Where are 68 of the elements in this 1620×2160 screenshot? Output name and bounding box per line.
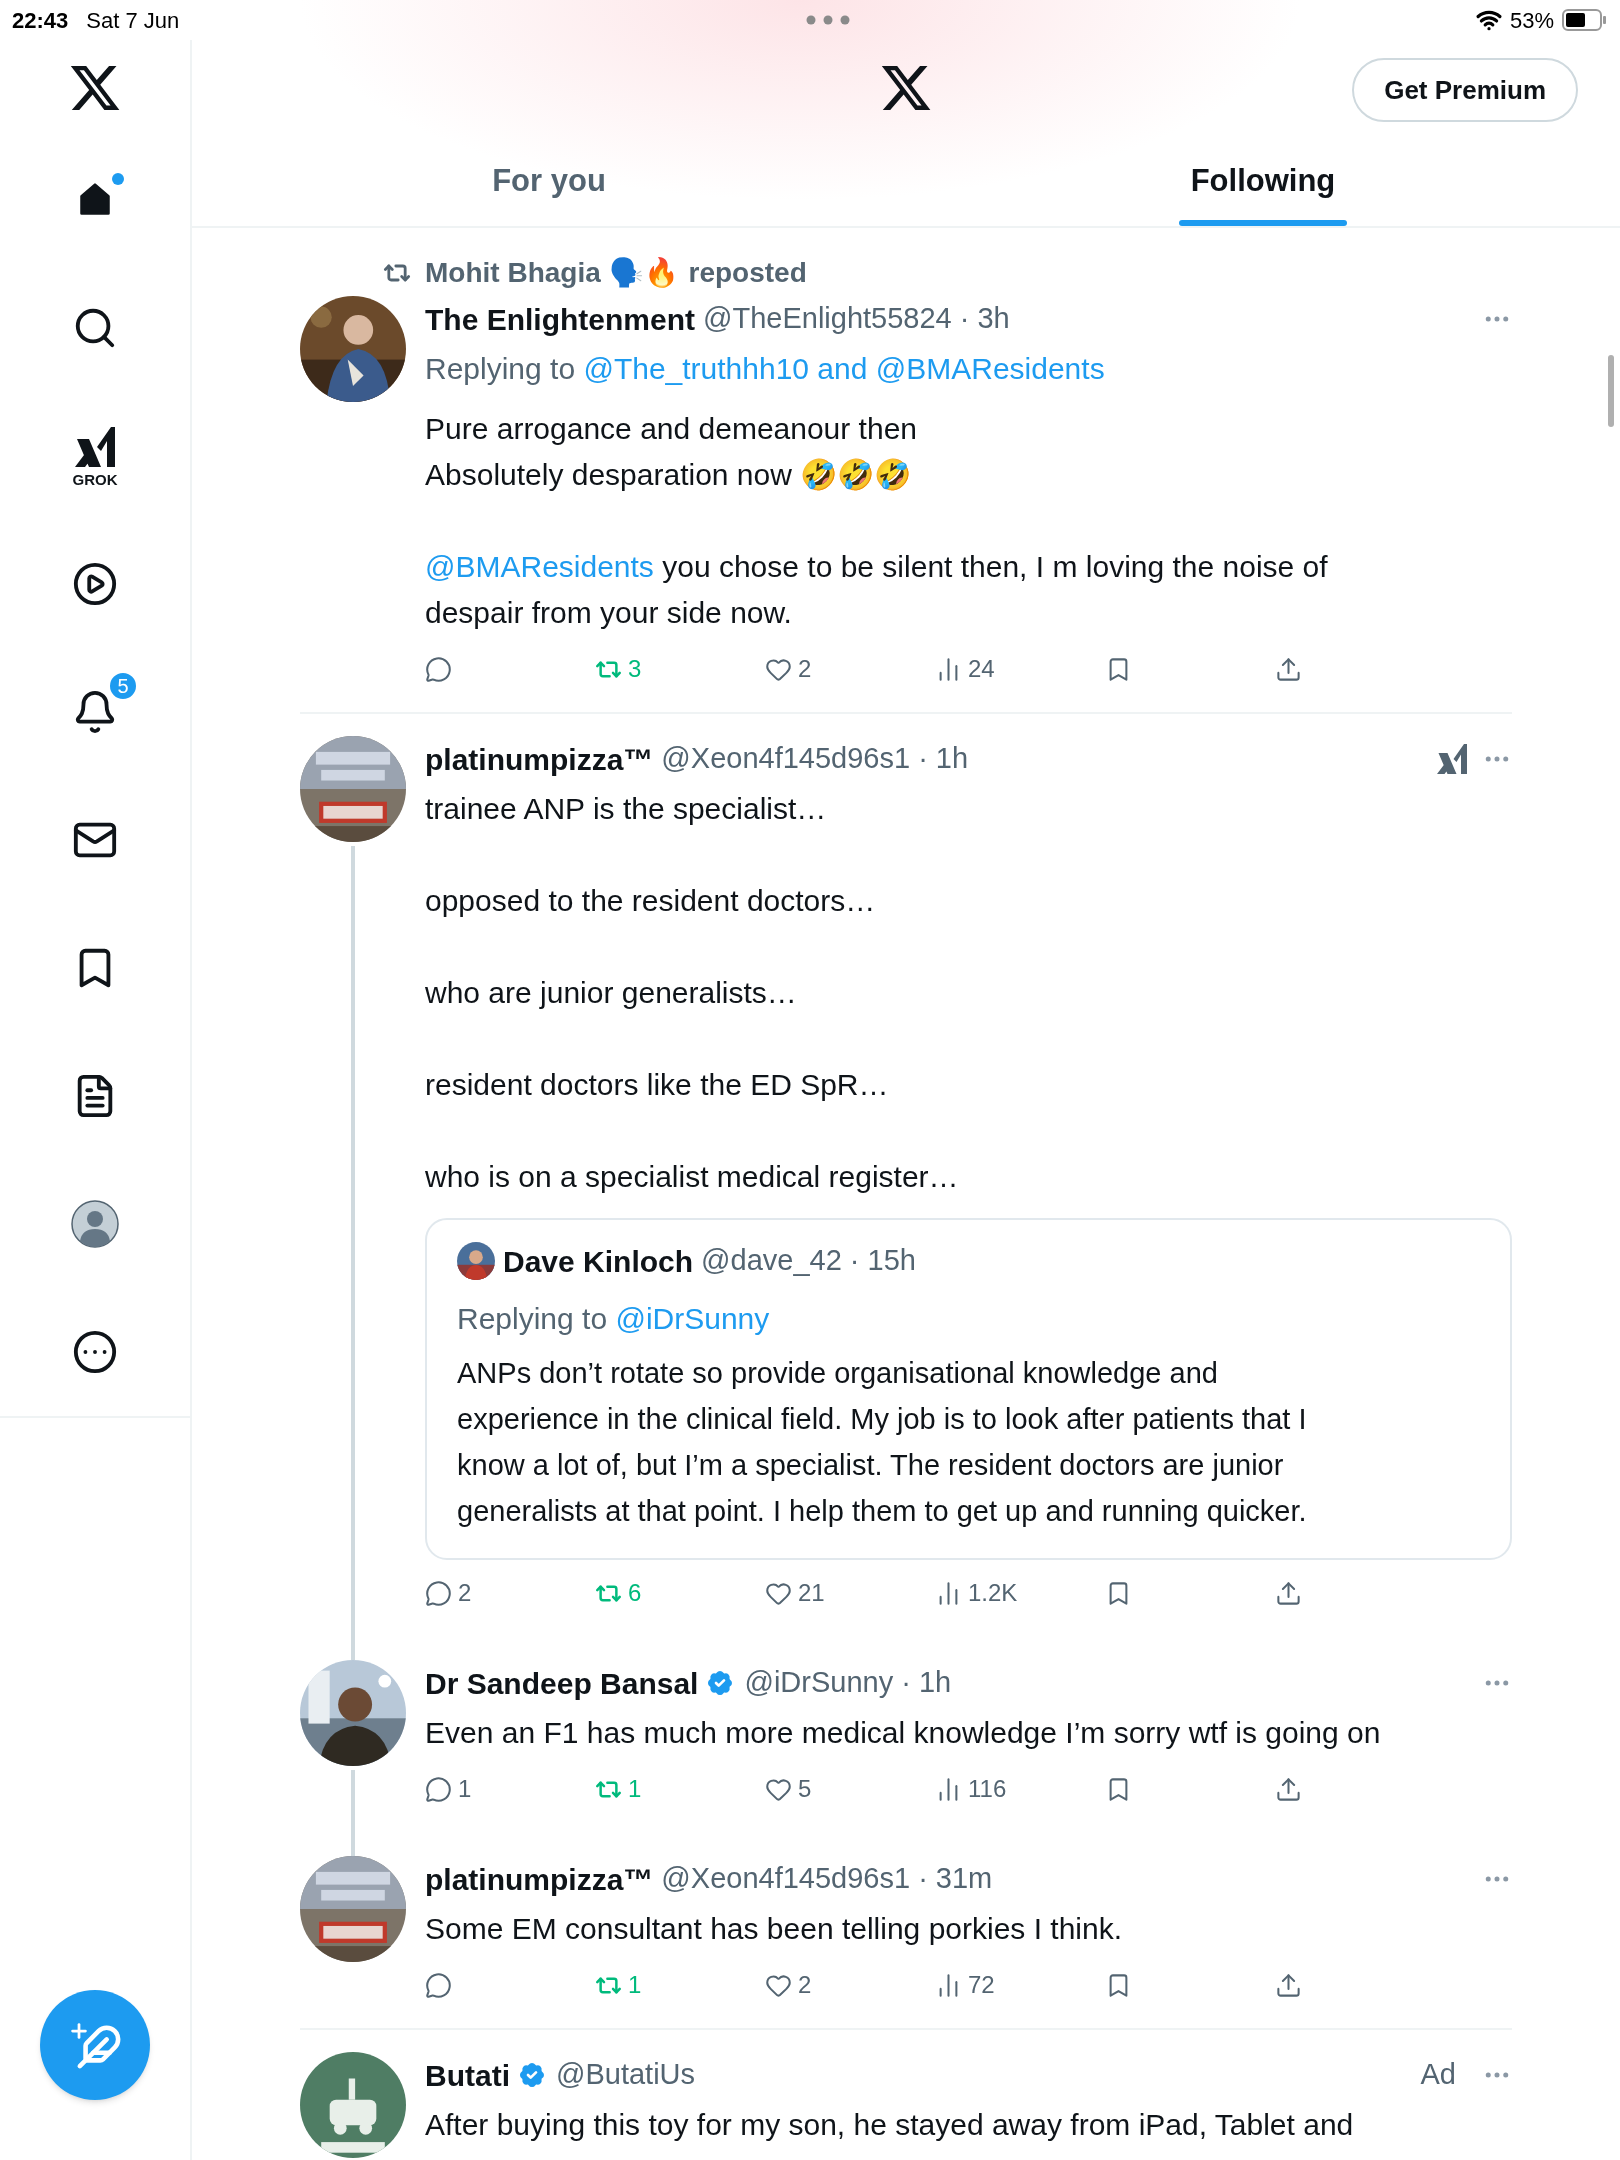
author-name[interactable]: platinumpizza™ bbox=[425, 1856, 654, 1902]
feed-tab[interactable]: For you bbox=[192, 136, 906, 226]
author-name[interactable]: Butati bbox=[425, 2052, 510, 2098]
author-name[interactable]: platinumpizza™ bbox=[425, 736, 654, 782]
reply-icon[interactable] bbox=[425, 655, 452, 683]
author-name[interactable]: Dave Kinloch bbox=[503, 1238, 694, 1284]
author-name[interactable]: The Enlightenment bbox=[425, 296, 695, 342]
action-count: 21 bbox=[798, 1578, 825, 1608]
status-date: Sat 7 Jun bbox=[86, 6, 180, 35]
share-icon[interactable] bbox=[1275, 655, 1302, 683]
handle-and-time: @Xeon4f145d96s1 · 31m bbox=[661, 1861, 993, 1897]
action-count: 2 bbox=[798, 1970, 812, 2000]
status-time: 22:43 bbox=[12, 6, 69, 35]
notification-badge: 5 bbox=[108, 671, 138, 701]
reposter-name[interactable]: Mohit Bhagia 🗣🔥 bbox=[425, 252, 679, 294]
feather-icon bbox=[76, 2024, 122, 2070]
action-count: 72 bbox=[968, 1970, 995, 2000]
post-text: who are junior generalists… bbox=[425, 975, 798, 1011]
action-count: 1 bbox=[628, 1774, 642, 1804]
post-text: @BMAResidents you chose to be silent then, I m loving the noise of despair from your side now. bbox=[425, 549, 1329, 631]
handle-and-time: @ButatiUs bbox=[556, 2057, 696, 2093]
share-icon[interactable] bbox=[1275, 1971, 1302, 1999]
battery-percent: 53% bbox=[1509, 6, 1554, 35]
post-text: who is on a specialist medical register… bbox=[425, 1159, 960, 1195]
feed-tab[interactable]: Following bbox=[906, 136, 1620, 226]
plus-icon bbox=[68, 2020, 90, 2042]
quoted-post-text: ANPs don’t rotate so provide organisational knowledge and experience in the clinical field. My job is to look after patients that I know a lot of, but I’m a specialist. The resident doctors are junior generalists at that point. I help them to get up and running quicker. bbox=[457, 1356, 1308, 1529]
get-premium-button[interactable]: Get Premium bbox=[1352, 58, 1578, 122]
repost-label: reposted bbox=[688, 256, 807, 290]
handle-and-time: @dave_42 · 15h bbox=[701, 1243, 916, 1279]
ad-label: Ad bbox=[1420, 2057, 1456, 2093]
action-count: 3 bbox=[628, 654, 642, 684]
action-count: 1 bbox=[628, 1970, 642, 2000]
post-text: trainee ANP is the specialist… bbox=[425, 791, 828, 827]
action-count: 1.2K bbox=[968, 1578, 1018, 1608]
post-text: After buying this toy for my son, he stayed away from iPad, Tablet and bbox=[425, 2107, 1355, 2143]
action-count: 1 bbox=[458, 1774, 472, 1804]
reply-icon[interactable] bbox=[425, 1775, 452, 1803]
action-count: 5 bbox=[798, 1774, 812, 1804]
grok-label: GROK bbox=[72, 471, 118, 489]
post-text: Pure arrogance and demeanour then Absolutely desparation now 🤣🤣🤣 bbox=[425, 411, 918, 493]
grok-icon[interactable] bbox=[1434, 741, 1470, 777]
share-icon[interactable] bbox=[1275, 1775, 1302, 1803]
profile-avatar-icon[interactable] bbox=[70, 1199, 120, 1249]
author-name[interactable]: Dr Sandeep Bansal bbox=[425, 1660, 699, 1706]
battery-icon bbox=[1562, 8, 1608, 32]
action-count: 2 bbox=[458, 1578, 472, 1608]
scrollbar[interactable] bbox=[1608, 355, 1614, 427]
post-text: Some EM consultant has been telling porkies I think. bbox=[425, 1911, 1124, 1947]
action-count: 2 bbox=[798, 654, 812, 684]
multitasking-dots-icon[interactable] bbox=[805, 15, 850, 25]
replying-to-text: Replying to @The_truthhh10 and @BMAResidents bbox=[425, 351, 1106, 387]
action-count: 24 bbox=[968, 654, 995, 684]
more-icon[interactable] bbox=[72, 1329, 118, 1375]
quoted-post-card[interactable] bbox=[425, 1218, 1512, 1560]
action-count: 116 bbox=[968, 1774, 1007, 1804]
reply-icon[interactable] bbox=[425, 1971, 452, 1999]
post-text: Even an F1 has much more medical knowledge I’m sorry wtf is going on bbox=[425, 1715, 1382, 1751]
handle-and-time: @Xeon4f145d96s1 · 1h bbox=[661, 741, 969, 777]
post-text: resident doctors like the ED SpR… bbox=[425, 1067, 890, 1103]
handle-and-time: @iDrSunny · 1h bbox=[744, 1665, 952, 1701]
play-icon[interactable] bbox=[72, 561, 118, 607]
action-count: 6 bbox=[628, 1578, 642, 1608]
reply-icon[interactable] bbox=[425, 1579, 452, 1607]
handle-and-time: @TheEnlight55824 · 3h bbox=[703, 301, 1010, 337]
share-icon[interactable] bbox=[1275, 1579, 1302, 1607]
replying-to-text: Replying to @iDrSunny bbox=[457, 1301, 771, 1337]
post-text: opposed to the resident doctors… bbox=[425, 883, 877, 919]
